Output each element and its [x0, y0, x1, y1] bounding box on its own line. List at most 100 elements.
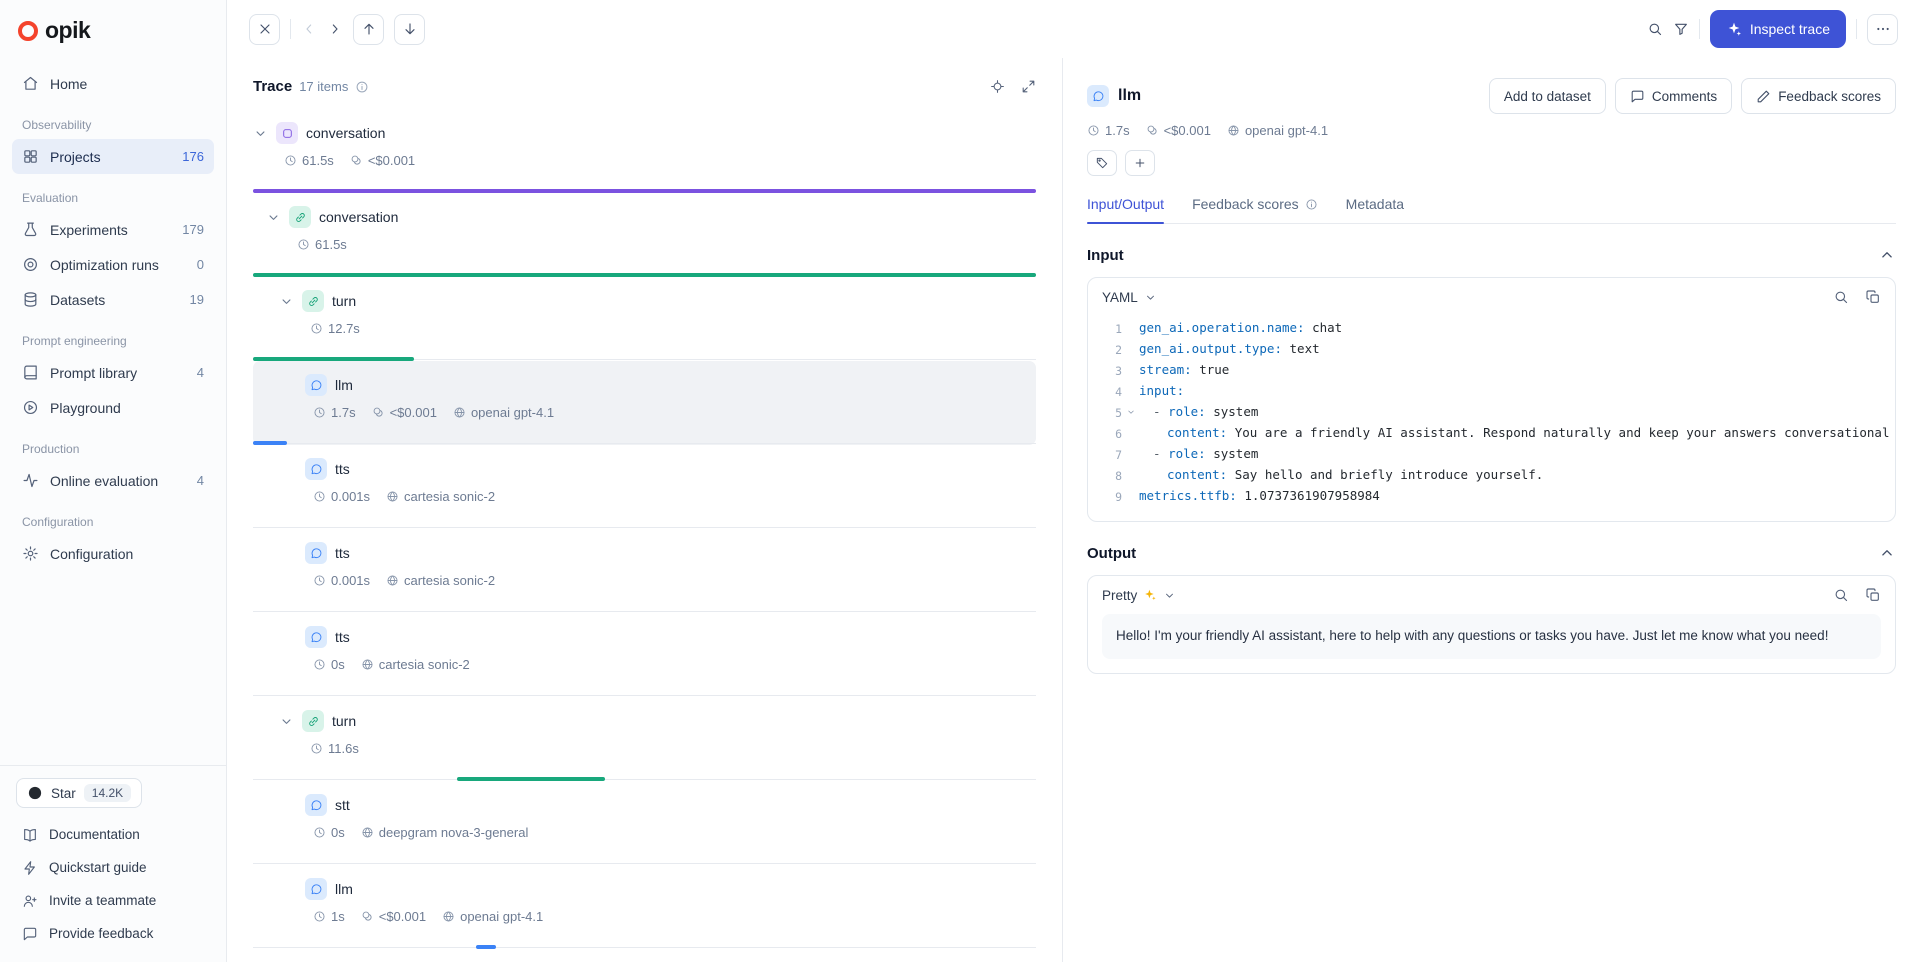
sidebar-item-configuration[interactable]: Configuration — [12, 536, 214, 571]
footer-link-label: Invite a teammate — [49, 893, 156, 908]
trace-row-cost: <$0.001 — [372, 405, 437, 420]
trace-row-duration: 1s — [313, 909, 345, 924]
trace-row-tts[interactable]: tts 0.001s cartesia sonic-2 — [253, 529, 1036, 613]
sidebar-item-online-evaluation[interactable]: Online evaluation 4 — [12, 463, 214, 498]
search-button[interactable] — [1647, 21, 1663, 37]
chevron-down-icon[interactable] — [253, 126, 268, 141]
opik-logo[interactable]: opik — [0, 0, 226, 56]
trace-row-llm[interactable]: llm 1.7s <$0.001 openai gpt-4.1 — [253, 361, 1036, 445]
focus-selected-button[interactable] — [990, 79, 1005, 94]
chevron-up-icon[interactable] — [1878, 544, 1896, 562]
line-number: 9 — [1088, 486, 1122, 507]
tab-feedback-scores[interactable]: Feedback scores — [1192, 196, 1318, 223]
trace-row-llm[interactable]: llm 1s <$0.001 openai gpt-4.1 — [253, 865, 1036, 949]
experiments-icon — [22, 221, 39, 238]
trace-row-turn[interactable]: turn 11.6s — [253, 697, 1036, 781]
divider — [290, 19, 291, 39]
chat-icon — [305, 878, 327, 900]
github-star-button[interactable]: Star 14.2K — [16, 778, 142, 808]
sidebar-item-prompt-library[interactable]: Prompt library 4 — [12, 355, 214, 390]
chevron-up-icon[interactable] — [1878, 246, 1896, 264]
sidebar: opik Home Observability Projects 176 Eva… — [0, 0, 227, 962]
sidebar-item-datasets[interactable]: Datasets 19 — [12, 282, 214, 317]
chat-icon — [305, 458, 327, 480]
code-line: 4 input: — [1088, 381, 1891, 402]
copy-input-button[interactable] — [1865, 289, 1881, 305]
star-label: Star — [51, 786, 76, 801]
trace-row-duration: 11.6s — [310, 741, 359, 756]
footer-link-invite-a-teammate[interactable]: Invite a teammate — [14, 884, 212, 917]
chevron-down-icon[interactable] — [279, 714, 294, 729]
sidebar-item-playground[interactable]: Playground — [12, 390, 214, 425]
output-text: Hello! I'm your friendly AI assistant, h… — [1102, 614, 1881, 659]
trace-row-cost: <$0.001 — [350, 153, 415, 168]
nav-section-title: Observability — [22, 118, 204, 132]
more-icon — [1875, 21, 1891, 37]
sidebar-item-projects[interactable]: Projects 176 — [12, 139, 214, 174]
tab-metadata[interactable]: Metadata — [1346, 196, 1404, 223]
expand-tree-button[interactable] — [1021, 79, 1036, 94]
sidebar-item-label: Optimization runs — [50, 257, 186, 273]
chevron-down-icon[interactable] — [1122, 402, 1139, 417]
nav-section-title: Evaluation — [22, 191, 204, 205]
footer-link-provide-feedback[interactable]: Provide feedback — [14, 917, 212, 950]
sidebar-item-optimization-runs[interactable]: Optimization runs 0 — [12, 247, 214, 282]
sidebar-item-experiments[interactable]: Experiments 179 — [12, 212, 214, 247]
trace-row-timeline — [253, 945, 1036, 949]
trace-row-tts[interactable]: tts 0s cartesia sonic-2 — [253, 613, 1036, 697]
back-button[interactable] — [301, 21, 317, 37]
previous-trace-button[interactable] — [353, 14, 384, 45]
link-icon — [302, 290, 324, 312]
link-icon — [302, 710, 324, 732]
search-in-input-button[interactable] — [1833, 289, 1849, 305]
trace-row-stt[interactable]: stt 0s deepgram nova-3-general — [253, 781, 1036, 865]
more-actions-button[interactable] — [1867, 14, 1898, 45]
clock-icon — [313, 574, 326, 587]
chevron-down-icon[interactable] — [266, 210, 281, 225]
span-actions: Add to dataset Comments Feedback scores — [1489, 78, 1896, 114]
inspect-trace-button[interactable]: Inspect trace — [1710, 10, 1846, 48]
code-text: content: You are a friendly AI assistant… — [1139, 423, 1891, 443]
copy-icon — [1865, 289, 1881, 305]
code-text: gen_ai.operation.name: chat — [1139, 318, 1342, 338]
footer-link-quickstart-guide[interactable]: Quickstart guide — [14, 851, 212, 884]
filter-button[interactable] — [1673, 21, 1689, 37]
code-text: - role: system — [1139, 402, 1258, 422]
trace-row-turn[interactable]: turn 12.7s — [253, 277, 1036, 361]
add-to-dataset-button[interactable]: Add to dataset — [1489, 78, 1606, 114]
globe-icon — [1227, 124, 1240, 137]
output-format-value: Pretty — [1102, 588, 1137, 603]
nav-section-title: Configuration — [22, 515, 204, 529]
tab-input-output[interactable]: Input/Output — [1087, 196, 1164, 223]
chat-icon — [305, 794, 327, 816]
button-label: Feedback scores — [1778, 89, 1881, 104]
chat-icon — [305, 626, 327, 648]
feedback-scores-button[interactable]: Feedback scores — [1741, 78, 1896, 114]
trace-row-model: deepgram nova-3-general — [361, 825, 529, 840]
app-root: opik Home Observability Projects 176 Eva… — [0, 0, 1920, 962]
logo-text: opik — [45, 17, 90, 44]
close-button[interactable] — [249, 14, 280, 45]
forward-button[interactable] — [327, 21, 343, 37]
trace-row-conversation[interactable]: conversation 61.5s — [253, 193, 1036, 277]
divider — [1856, 19, 1857, 39]
next-trace-button[interactable] — [394, 14, 425, 45]
trace-row-name: conversation — [319, 209, 398, 225]
footer-link-documentation[interactable]: Documentation — [14, 818, 212, 851]
add-button[interactable] — [1125, 150, 1155, 176]
chevron-down-icon[interactable] — [279, 294, 294, 309]
comments-button[interactable]: Comments — [1615, 78, 1732, 114]
input-format-select[interactable]: YAML — [1102, 290, 1157, 305]
trace-row-duration: 0s — [313, 657, 345, 672]
focus-icon — [990, 79, 1005, 94]
trace-row-tts[interactable]: tts 0.001s cartesia sonic-2 — [253, 445, 1036, 529]
copy-output-button[interactable] — [1865, 587, 1881, 603]
coins-icon — [1146, 124, 1159, 137]
arrow-up-icon — [361, 21, 377, 37]
search-in-output-button[interactable] — [1833, 587, 1849, 603]
add-tag-button[interactable] — [1087, 150, 1117, 176]
filter-icon — [1673, 21, 1689, 37]
output-format-select[interactable]: Pretty — [1102, 588, 1176, 603]
trace-row-conversation[interactable]: conversation 61.5s <$0.001 — [253, 109, 1036, 193]
sidebar-item-home[interactable]: Home — [12, 66, 214, 101]
